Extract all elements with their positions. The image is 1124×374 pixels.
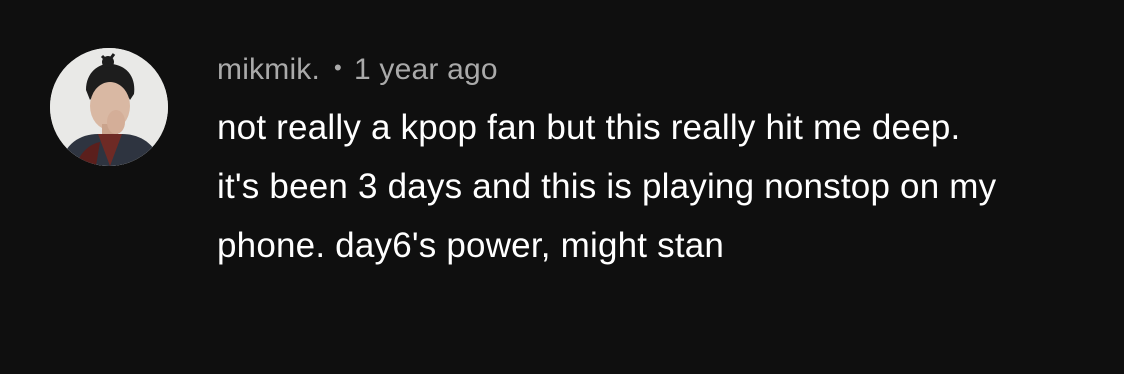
user-avatar-icon	[50, 48, 168, 166]
separator-dot: •	[334, 55, 342, 80]
comment-header: mikmik. • 1 year ago	[217, 48, 1077, 92]
comment-timestamp[interactable]: 1 year ago	[354, 53, 498, 87]
comment-thread-item: mikmik. • 1 year ago not really a kpop f…	[0, 0, 1124, 374]
author-name[interactable]: mikmik.	[217, 53, 320, 87]
comment-text: not really a kpop fan but this really hi…	[217, 108, 997, 265]
avatar[interactable]	[50, 48, 168, 166]
comment-body: mikmik. • 1 year ago not really a kpop f…	[217, 48, 1077, 275]
